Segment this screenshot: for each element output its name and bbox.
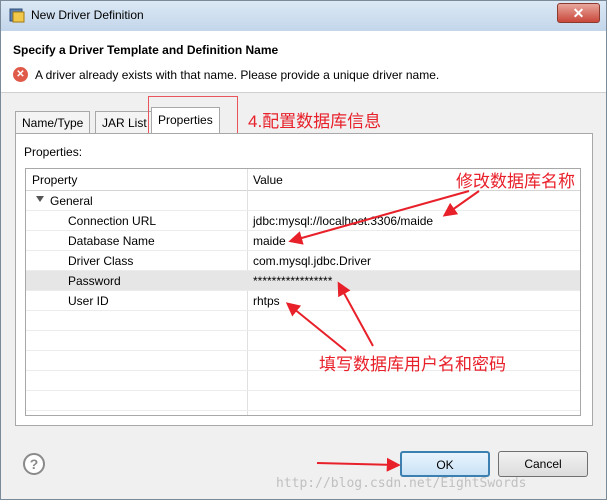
group-label: General bbox=[50, 194, 93, 208]
property-name: Password bbox=[68, 274, 121, 288]
table-row-empty bbox=[26, 331, 580, 351]
cancel-button[interactable]: Cancel bbox=[498, 451, 588, 477]
window-title: New Driver Definition bbox=[31, 8, 144, 22]
property-name: Driver Class bbox=[68, 254, 134, 268]
watermark: http://blog.csdn.net/EightSwords bbox=[276, 476, 527, 491]
ok-button[interactable]: OK bbox=[400, 451, 490, 477]
property-value[interactable]: rhtps bbox=[253, 294, 280, 308]
app-icon bbox=[9, 8, 25, 23]
property-value[interactable]: maide bbox=[253, 234, 286, 248]
tree-group-row[interactable]: General bbox=[26, 191, 580, 211]
driver-definition-dialog: New Driver Definition ✕ Specify a Driver… bbox=[0, 0, 607, 500]
property-value[interactable]: ***************** bbox=[253, 274, 332, 288]
tab-name-type[interactable]: Name/Type bbox=[15, 111, 91, 133]
expand-triangle-icon[interactable] bbox=[36, 196, 44, 202]
property-value[interactable]: com.mysql.jdbc.Driver bbox=[253, 254, 371, 268]
tab-jar-list[interactable]: JAR List bbox=[95, 111, 154, 133]
error-icon: ✕ bbox=[13, 67, 28, 82]
table-row[interactable]: Connection URL jdbc:mysql://localhost:33… bbox=[26, 211, 580, 231]
property-name: Database Name bbox=[68, 234, 155, 248]
properties-table[interactable]: Property Value General Connection URL jd… bbox=[25, 168, 581, 416]
property-value[interactable]: jdbc:mysql://localhost:3306/maide bbox=[253, 214, 433, 228]
table-row-empty bbox=[26, 391, 580, 411]
table-row-empty bbox=[26, 311, 580, 331]
column-header-property[interactable]: Property bbox=[32, 173, 77, 187]
close-icon: ✕ bbox=[572, 5, 585, 21]
header-title: Specify a Driver Template and Definition… bbox=[13, 43, 279, 57]
arrow-to-ok-button bbox=[316, 457, 401, 472]
table-row[interactable]: Driver Class com.mysql.jdbc.Driver bbox=[26, 251, 580, 271]
table-row[interactable]: Password ***************** bbox=[26, 271, 580, 291]
annotation-fill-user-password: 填写数据库用户名和密码 bbox=[319, 355, 506, 374]
dialog-header: Specify a Driver Template and Definition… bbox=[1, 31, 606, 93]
property-name: Connection URL bbox=[68, 214, 157, 228]
table-row[interactable]: Database Name maide bbox=[26, 231, 580, 251]
annotation-modify-db-name: 修改数据库名称 bbox=[456, 172, 575, 191]
close-window-button[interactable]: ✕ bbox=[557, 3, 600, 23]
properties-label: Properties: bbox=[24, 145, 83, 159]
table-row[interactable]: User ID rhtps bbox=[26, 291, 580, 311]
help-icon[interactable]: ? bbox=[23, 453, 45, 475]
property-name: User ID bbox=[68, 294, 109, 308]
title-bar: New Driver Definition ✕ bbox=[1, 1, 606, 31]
annotation-step4: 4.配置数据库信息 bbox=[248, 112, 382, 131]
error-message: A driver already exists with that name. … bbox=[35, 68, 440, 82]
column-header-value[interactable]: Value bbox=[253, 173, 283, 187]
annotation-highlight-box bbox=[148, 96, 238, 136]
